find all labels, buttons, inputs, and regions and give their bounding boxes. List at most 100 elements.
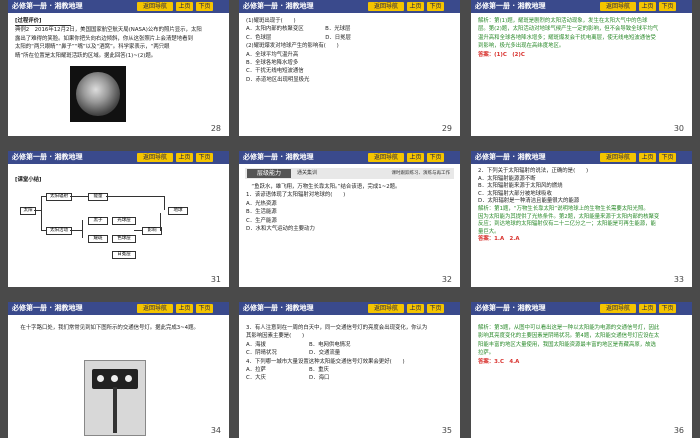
- section-tag: [课堂小结]: [15, 177, 42, 183]
- header-title: 必修第一册 · 湘教地理: [475, 304, 546, 312]
- diagram-line: [106, 196, 164, 197]
- next-button[interactable]: 下页: [427, 304, 444, 313]
- option-line: B．生活能源: [246, 209, 277, 216]
- next-button[interactable]: 下页: [196, 304, 213, 313]
- text-line: 露出了难得的笑脸。如果你把头向右边倾斜，你从这张照片上会清楚地看到: [15, 35, 193, 42]
- diagram-line: [134, 230, 142, 231]
- slide-body: [过程评价] 典例2 2016年12月2日，美国国家航空航天局(NASA)公布的…: [15, 17, 222, 60]
- slide-30[interactable]: 必修第一册 · 湘教地理 返回导航 上页 下页 解析：第(1)题，耀斑是剧烈的太…: [471, 0, 692, 136]
- explanation-line: 拉萨。: [478, 350, 495, 357]
- diagram-line: [41, 196, 46, 197]
- option-line: A．全球平均气温升高: [246, 51, 299, 58]
- next-button[interactable]: 下页: [196, 2, 213, 11]
- text-line: 在十字路口处，我们常常见到如下图所示的交通信号灯。据此完成3~4题。: [15, 325, 199, 331]
- answer-line: 答案：(1)C (2)C: [478, 51, 525, 58]
- nav-button[interactable]: 返回导航: [368, 304, 404, 313]
- light-dot: [111, 375, 118, 382]
- nav-button[interactable]: 返回导航: [368, 153, 404, 162]
- explanation-line: 温升高和全球各地降水增多；耀斑爆发会干扰电离层，使无线电短波通信受: [478, 34, 656, 41]
- page-number: 32: [441, 275, 452, 284]
- nav-button[interactable]: 返回导航: [137, 2, 173, 11]
- answer-line: 答案：1.A 2.A: [478, 236, 520, 243]
- slide-34[interactable]: 必修第一册 · 湘教地理 返回导航 上页 下页 在十字路口处，我们常常见到如下图…: [8, 302, 229, 438]
- slide-body: 在十字路口处，我们常常见到如下图所示的交通信号灯。据此完成3~4题。: [15, 324, 222, 332]
- next-button[interactable]: 下页: [659, 153, 676, 162]
- question-line: 2．下列关于太阳辐射的说法，正确的是( ): [478, 168, 589, 174]
- explanation-line: 反应；到达地球的太阳辐射仅有二十二亿分之一；太阳能是可再生能源，能: [478, 221, 656, 228]
- prev-button[interactable]: 上页: [407, 304, 424, 313]
- option-line: C．大庆 D．海口: [246, 375, 330, 382]
- header-title: 必修第一册 · 湘教地理: [475, 153, 546, 161]
- slide-header: 必修第一册 · 湘教地理 返回导航 上页 下页: [8, 0, 229, 13]
- header-title: 必修第一册 · 湘教地理: [12, 2, 83, 10]
- header-title: 必修第一册 · 湘教地理: [243, 153, 314, 161]
- next-button[interactable]: 下页: [427, 153, 444, 162]
- prev-button[interactable]: 上页: [176, 153, 193, 162]
- light-dot: [97, 375, 104, 382]
- sun-image: [76, 72, 120, 116]
- slide-body: [课堂小结]: [15, 168, 222, 184]
- slide-body: 2．下列关于太阳辐射的说法，正确的是( ) A．太阳辐射能源源不断 B．太阳辐射…: [478, 168, 685, 244]
- nav-button[interactable]: 返回导航: [600, 153, 636, 162]
- prev-button[interactable]: 上页: [639, 2, 656, 11]
- section-tag: [过程评价]: [15, 17, 71, 27]
- next-button[interactable]: 下页: [427, 2, 444, 11]
- slide-36[interactable]: 必修第一册 · 湘教地理 返回导航 上页 下页 解析：第3题，从图中可以看出这是…: [471, 302, 692, 438]
- diagram-node: 太阳辐射: [46, 193, 72, 201]
- option-line: B．太阳辐射能来源于太阳风的燃烧: [478, 183, 563, 190]
- section-tag: 层级能力: [247, 169, 291, 178]
- diagram-node: 能量: [88, 193, 108, 201]
- next-button[interactable]: 下页: [659, 2, 676, 11]
- diagram-node: 太阳: [20, 207, 36, 215]
- slide-header: 必修第一册 · 湘教地理 返回导航 上页 下页: [471, 0, 692, 13]
- slide-header: 必修第一册 · 湘教地理 返回导航 上页 下页: [8, 302, 229, 315]
- slide-body: 解析：第(1)题，耀斑是剧烈的太阳活动现象，发生在太阳大气中的色球 层。第(2)…: [478, 17, 685, 59]
- page-number: 33: [673, 275, 684, 284]
- slide-33[interactable]: 必修第一册 · 湘教地理 返回导航 上页 下页 2．下列关于太阳辐射的说法，正确…: [471, 151, 692, 287]
- slide-29[interactable]: 必修第一册 · 湘教地理 返回导航 上页 下页 (1)耀斑出现于( ) A．太阳…: [239, 0, 460, 136]
- slide-32[interactable]: 必修第一册 · 湘教地理 返回导航 上页 下页 层级能力 通关集训 课时跟踪练习…: [239, 151, 460, 287]
- slide-header: 必修第一册 · 湘教地理 返回导航 上页 下页: [471, 151, 692, 164]
- slide-35[interactable]: 必修第一册 · 湘教地理 返回导航 上页 下页 3．有人注意到在一周的白天中，同…: [239, 302, 460, 438]
- page-number: 31: [210, 275, 221, 284]
- traffic-light-pole: [113, 387, 117, 433]
- option-line: C．色球层 D．日冕层: [246, 34, 351, 41]
- question-line: 3．有人注意到在一周的白天中，同一交通信号灯的亮度会出现变化，你认为: [246, 325, 428, 331]
- header-title: 必修第一册 · 湘教地理: [12, 304, 83, 312]
- option-line: A．海拔 B．电网供电情况: [246, 341, 351, 348]
- prev-button[interactable]: 上页: [176, 2, 193, 11]
- nav-button[interactable]: 返回导航: [137, 304, 173, 313]
- nav-button[interactable]: 返回导航: [137, 153, 173, 162]
- prev-button[interactable]: 上页: [176, 304, 193, 313]
- header-title: 必修第一册 · 湘教地理: [475, 2, 546, 10]
- slide-28[interactable]: 必修第一册 · 湘教地理 返回导航 上页 下页 [过程评价] 典例2 2016年…: [8, 0, 229, 136]
- header-title: 必修第一册 · 湘教地理: [243, 2, 314, 10]
- nav-button[interactable]: 返回导航: [368, 2, 404, 11]
- diagram-node: 色球层: [112, 235, 136, 243]
- diagram-line: [160, 213, 161, 231]
- sun-photo: [70, 66, 126, 122]
- traffic-light-photo: [84, 360, 146, 436]
- text-line: 太阳的“两只眼睛”“鼻子”“嘴”以及“酒窝”。科学家表示，“两只眼: [15, 44, 170, 51]
- prev-button[interactable]: 上页: [407, 153, 424, 162]
- prev-button[interactable]: 上页: [639, 153, 656, 162]
- explanation-line: 影响其亮度变化的主要因素是阴晴状况。第4题，太阳能交通信号灯应设在太: [478, 333, 660, 340]
- diagram-node: 光球层: [112, 217, 136, 225]
- prev-button[interactable]: 上页: [639, 304, 656, 313]
- slide-31[interactable]: 必修第一册 · 湘教地理 返回导航 上页 下页 [课堂小结] 太阳 太阳辐射 太…: [8, 151, 229, 287]
- section-bar: 层级能力 通关集训 课时跟踪练习、演练与再工作: [245, 168, 454, 179]
- next-button[interactable]: 下页: [196, 153, 213, 162]
- diagram-node: 日冕层: [112, 251, 136, 259]
- slide-header: 必修第一册 · 湘教地理 返回导航 上页 下页: [239, 0, 460, 13]
- slide-body: 3．有人注意到在一周的白天中，同一交通信号灯的亮度会出现变化，你认为 其影响因素…: [246, 324, 453, 383]
- section-note: 课时跟踪练习、演练与再工作: [391, 171, 451, 176]
- section-subtitle: 通关集训: [297, 170, 318, 176]
- diagram-node: 太阳活动: [46, 227, 72, 235]
- prev-button[interactable]: 上页: [407, 2, 424, 11]
- nav-button[interactable]: 返回导航: [600, 304, 636, 313]
- text-line: “鱼跃水，雄飞翔，万物生长靠太阳。”结合该语，完成1~2题。: [246, 184, 401, 190]
- next-button[interactable]: 下页: [659, 304, 676, 313]
- option-line: A．光热资源: [246, 200, 277, 207]
- page-number: 28: [210, 124, 221, 133]
- nav-button[interactable]: 返回导航: [600, 2, 636, 11]
